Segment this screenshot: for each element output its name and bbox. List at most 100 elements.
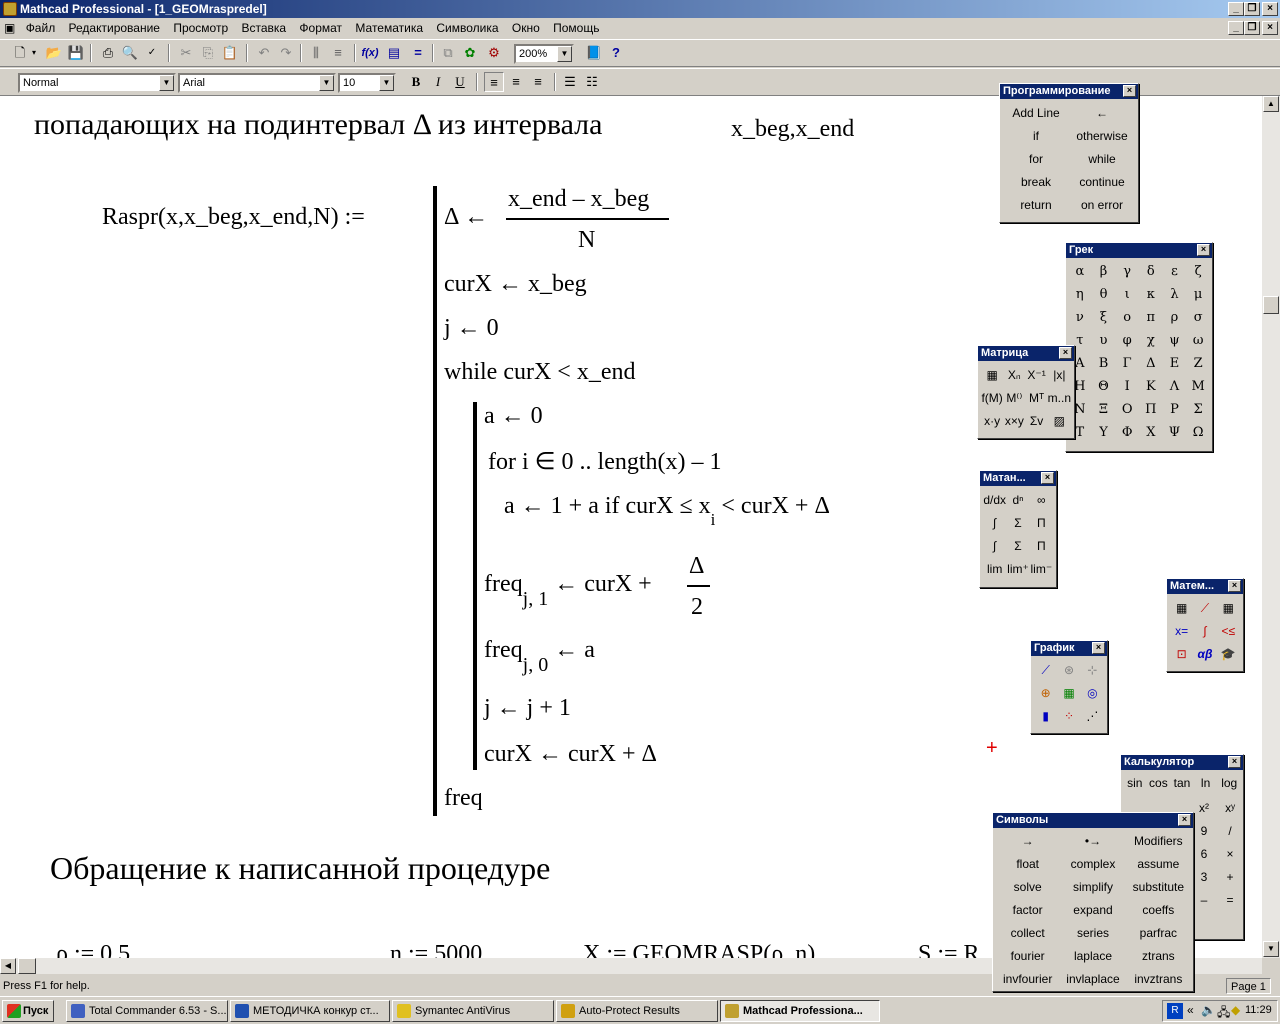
size-dropdown-icon[interactable]: ▼ [379, 75, 394, 91]
superscript-icon[interactable]: M⁽⁾ [1003, 387, 1025, 410]
scroll-left-icon[interactable]: ◀ [0, 958, 16, 974]
graph-palette-title[interactable]: График × [1031, 641, 1107, 656]
xy-plot-icon[interactable]: ⟋ [1034, 659, 1057, 682]
for-button[interactable]: for [1003, 148, 1069, 171]
if-button[interactable]: if [1003, 125, 1069, 148]
summation-range-icon[interactable]: Σ [1006, 512, 1029, 535]
nth-derivative-icon[interactable]: dⁿ [1006, 489, 1029, 512]
greek-letter-button[interactable]: Υ [1092, 421, 1116, 444]
line-freq1[interactable]: freqj, 1 ← curX + [484, 571, 652, 610]
insert-component-icon[interactable]: ⧉ [438, 43, 458, 63]
subscript-icon[interactable]: Xₙ [1003, 364, 1025, 387]
symbolic-keyword-button[interactable]: fourier [995, 945, 1060, 968]
numbering-icon[interactable]: ☷ [582, 72, 602, 92]
horizontal-scroll-thumb[interactable] [18, 958, 36, 974]
italic-button[interactable]: I [428, 72, 448, 92]
menu-format[interactable]: Формат [294, 18, 347, 38]
cross-product-icon[interactable]: x×y [1003, 410, 1025, 433]
minus-button[interactable]: – [1191, 889, 1217, 912]
greek-letter-button[interactable]: γ [1115, 260, 1139, 283]
symbolic-keyword-button[interactable]: coeffs [1126, 899, 1191, 922]
contour-plot-icon[interactable]: ◎ [1081, 682, 1104, 705]
greek-letter-button[interactable]: Γ [1115, 352, 1139, 375]
square-button[interactable]: x² [1191, 797, 1217, 820]
symbolic-keyword-button[interactable]: complex [1060, 853, 1125, 876]
greek-letter-button[interactable]: Χ [1139, 421, 1163, 444]
symbolic-keyword-button[interactable]: factor [995, 899, 1060, 922]
greek-letter-button[interactable]: Κ [1139, 375, 1163, 398]
function-definition[interactable]: Raspr(x,x_beg,x_end,N) := [102, 204, 365, 231]
new-dropdown-icon[interactable]: ▾ [28, 43, 40, 63]
greek-letter-button[interactable]: Ε [1163, 352, 1187, 375]
symbolic-keyword-button[interactable]: •→ [1060, 830, 1125, 853]
greek-letter-button[interactable]: δ [1139, 260, 1163, 283]
matrix-palette-title[interactable]: Матрица × [978, 346, 1074, 361]
greek-letter-button[interactable]: Δ [1139, 352, 1163, 375]
six-button[interactable]: 6 [1191, 843, 1217, 866]
greek-letter-button[interactable]: Λ [1163, 375, 1187, 398]
network-icon[interactable]: 🖧 [1217, 1003, 1230, 1024]
product-icon[interactable]: Π [1030, 535, 1053, 558]
insert-function-icon[interactable]: f(x) [360, 43, 380, 63]
matrix-toolbar-icon[interactable]: ▦ [1217, 597, 1240, 620]
line-return[interactable]: freq [444, 785, 483, 812]
programming-palette-title[interactable]: Программирование × [1000, 84, 1138, 99]
scroll-down-icon[interactable]: ▼ [1263, 941, 1279, 957]
resource-center-icon[interactable]: ✿ [460, 43, 480, 63]
greek-letter-button[interactable]: κ [1139, 283, 1163, 306]
symbolic-keyword-button[interactable]: collect [995, 922, 1060, 945]
line-a-init[interactable]: a ← 0 [484, 403, 543, 430]
menu-window[interactable]: Окно [507, 18, 545, 38]
symbolic-keyword-button[interactable]: assume [1126, 853, 1191, 876]
greek-letter-button[interactable]: α [1068, 260, 1092, 283]
summation-icon[interactable]: Σ [1006, 535, 1029, 558]
symbolic-keyword-button[interactable]: invlaplace [1060, 968, 1125, 991]
align-center-icon[interactable]: ≡ [506, 72, 526, 92]
derivative-icon[interactable]: d/dx [983, 489, 1006, 512]
while-button[interactable]: while [1069, 148, 1135, 171]
zoom-dropdown-icon[interactable]: ▼ [557, 46, 572, 62]
symbolic-keyword-button[interactable]: invztrans [1126, 968, 1191, 991]
symbolic-keyword-button[interactable]: solve [995, 876, 1060, 899]
greek-letter-button[interactable]: ξ [1092, 306, 1116, 329]
zoom-select[interactable]: 200% ▼ [514, 44, 574, 64]
three-button[interactable]: 3 [1191, 866, 1217, 889]
greek-letter-button[interactable]: ε [1163, 260, 1187, 283]
close-icon[interactable]: × [1123, 85, 1136, 97]
zoom-plot-icon[interactable]: ⊛ [1057, 659, 1080, 682]
menu-insert[interactable]: Вставка [236, 18, 291, 38]
minimize-icon[interactable]: _ [1228, 2, 1244, 16]
start-button[interactable]: Пуск [2, 1000, 54, 1022]
symbolic-palette-title[interactable]: Символы × [993, 813, 1193, 828]
paste-icon[interactable]: 📋 [220, 43, 240, 63]
align-down-icon[interactable]: ≡ [328, 43, 348, 63]
document-icon[interactable]: ▣ [0, 18, 17, 38]
close-icon[interactable]: × [1228, 580, 1241, 592]
symbolic-keyword-button[interactable]: simplify [1060, 876, 1125, 899]
greek-letter-button[interactable]: φ [1115, 329, 1139, 352]
greek-letter-button[interactable]: Ι [1115, 375, 1139, 398]
calculus-toolbar-icon[interactable]: ∫ [1193, 620, 1216, 643]
cos-button[interactable]: cos [1147, 772, 1171, 795]
style-dropdown-icon[interactable]: ▼ [159, 75, 174, 91]
greek-letter-button[interactable]: Φ [1115, 421, 1139, 444]
calculus-palette-title[interactable]: Матан... × [980, 471, 1056, 486]
bold-button[interactable]: B [406, 72, 426, 92]
close-icon[interactable]: × [1092, 642, 1105, 654]
s-definition[interactable]: S := R [918, 941, 980, 958]
mathcad-app-icon[interactable] [3, 2, 17, 16]
font-dropdown-icon[interactable]: ▼ [319, 75, 334, 91]
insert-unit-icon[interactable]: ▤ [384, 43, 404, 63]
symbolic-keyword-button[interactable]: → [995, 830, 1060, 853]
greek-letter-button[interactable]: ω [1186, 329, 1210, 352]
vertical-scroll-thumb[interactable] [1263, 296, 1279, 314]
limit-icon[interactable]: lim [983, 558, 1006, 581]
break-button[interactable]: break [1003, 171, 1069, 194]
greek-letter-button[interactable]: ζ [1186, 260, 1210, 283]
menu-view[interactable]: Просмотр [168, 18, 233, 38]
greek-letter-button[interactable]: π [1139, 306, 1163, 329]
close-icon[interactable]: × [1197, 244, 1210, 256]
equals-button[interactable]: = [1217, 889, 1243, 912]
task-total-commander[interactable]: Total Commander 6.53 - S... [66, 1000, 228, 1022]
line-if[interactable]: a ← 1 + a if curX ≤ xi < curX + Δ [504, 493, 830, 529]
